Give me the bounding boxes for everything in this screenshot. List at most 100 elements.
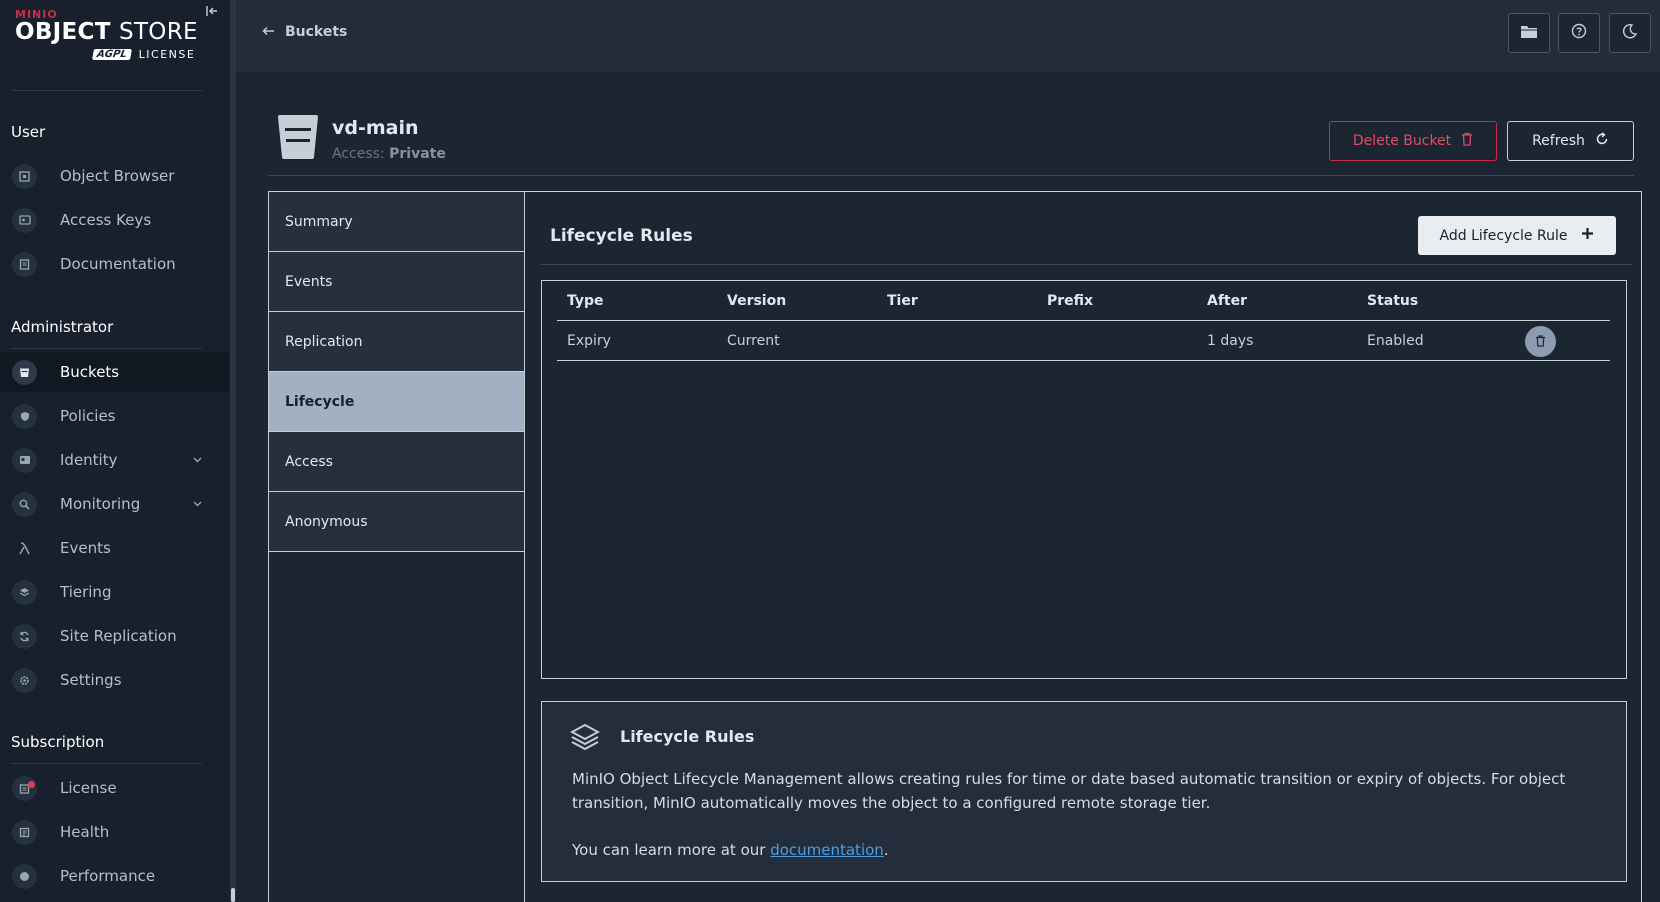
column-header-type[interactable]: Type: [567, 281, 604, 321]
logo-title-bold: OBJECT: [15, 19, 111, 45]
sidebar-item-label: Site Replication: [60, 627, 177, 645]
sidebar-scrollbar[interactable]: [230, 0, 236, 902]
access-label: Access:: [332, 146, 385, 162]
sidebar-item-tiering[interactable]: Tiering: [0, 572, 230, 612]
sidebar-item-events[interactable]: Events: [0, 528, 230, 568]
sidebar-item-identity[interactable]: Identity: [0, 440, 230, 480]
settings-icon: [12, 667, 37, 693]
top-bar: Buckets: [236, 0, 1660, 72]
policies-icon: [12, 403, 37, 429]
agpl-badge: AGPL: [92, 49, 132, 60]
sidebar-item-performance[interactable]: Performance: [0, 856, 230, 896]
refresh-icon: [1595, 132, 1609, 150]
notification-dot: [28, 780, 35, 788]
help-button[interactable]: [1558, 13, 1600, 53]
section-subscription: Subscription: [11, 733, 105, 751]
site-replication-icon: [12, 623, 37, 649]
delete-rule-button[interactable]: [1525, 326, 1556, 357]
dark-mode-icon: [1622, 23, 1638, 43]
bucket-name: vd-main: [332, 117, 419, 139]
section-administrator: Administrator: [11, 318, 114, 336]
back-link-label: Buckets: [285, 24, 348, 40]
sidebar-item-license[interactable]: License: [0, 768, 230, 808]
tab-summary[interactable]: Summary: [269, 192, 524, 252]
monitoring-icon: [12, 491, 37, 517]
sidebar-item-label: Object Browser: [60, 167, 175, 185]
trash-icon: [1461, 132, 1473, 150]
help-icon: [1571, 23, 1587, 43]
column-header-status[interactable]: Status: [1367, 281, 1418, 321]
collapse-sidebar-icon[interactable]: [205, 4, 221, 20]
chevron-down-icon[interactable]: [190, 497, 204, 511]
object-browser-icon: [12, 163, 37, 189]
sidebar-item-policies[interactable]: Policies: [0, 396, 230, 436]
bucket-access: Access: Private: [332, 146, 446, 162]
sidebar-item-object-browser[interactable]: Object Browser: [0, 156, 230, 196]
logo-title-thin: STORE: [119, 19, 198, 45]
column-header-after[interactable]: After: [1207, 281, 1247, 321]
chevron-down-icon[interactable]: [190, 453, 204, 467]
sidebar: MINIO OBJECT STORE AGPL LICENSE User Obj…: [0, 0, 230, 902]
sidebar-item-label: License: [60, 779, 117, 797]
sidebar-item-label: Health: [60, 823, 110, 841]
table-header: Type Version Tier Prefix After Status: [557, 281, 1610, 321]
sidebar-divider: [12, 348, 202, 349]
tiering-icon: [12, 579, 37, 605]
column-header-tier[interactable]: Tier: [887, 281, 918, 321]
sidebar-item-label: Buckets: [60, 363, 120, 381]
scrollbar-thumb[interactable]: [231, 888, 235, 902]
cell-version: Current: [727, 333, 780, 349]
tab-replication[interactable]: Replication: [269, 312, 524, 372]
minio-logo[interactable]: MINIO OBJECT STORE AGPL LICENSE: [15, 8, 215, 68]
bucket-icon: [277, 115, 319, 159]
refresh-button[interactable]: Refresh: [1507, 121, 1634, 161]
sidebar-item-label: Settings: [60, 671, 122, 689]
help-text: MinIO Object Lifecycle Management allows…: [572, 770, 1566, 812]
tab-access[interactable]: Access: [269, 432, 524, 492]
refresh-label: Refresh: [1532, 133, 1585, 149]
sidebar-item-site-replication[interactable]: Site Replication: [0, 616, 230, 656]
cell-type: Expiry: [567, 333, 611, 349]
delete-bucket-button[interactable]: Delete Bucket: [1329, 121, 1497, 161]
license-label: LICENSE: [138, 48, 196, 61]
delete-bucket-label: Delete Bucket: [1352, 133, 1452, 149]
sidebar-item-documentation[interactable]: Documentation: [0, 244, 230, 284]
column-header-version[interactable]: Version: [727, 281, 786, 321]
documentation-link[interactable]: documentation: [770, 841, 884, 859]
sidebar-divider: [12, 763, 202, 764]
tab-lifecycle[interactable]: Lifecycle: [269, 372, 524, 432]
section-user: User: [11, 123, 46, 141]
sidebar-item-label: Policies: [60, 407, 116, 425]
lambda-icon: [12, 536, 37, 561]
column-header-prefix[interactable]: Prefix: [1047, 281, 1093, 321]
lifecycle-rules-table: Type Version Tier Prefix After Status Ex…: [541, 280, 1627, 679]
sidebar-item-label: Identity: [60, 451, 118, 469]
arrow-left-icon: [262, 24, 275, 40]
sidebar-item-settings[interactable]: Settings: [0, 660, 230, 700]
table-row[interactable]: Expiry Current 1 days Enabled: [557, 321, 1610, 361]
back-to-buckets-link[interactable]: Buckets: [262, 24, 347, 40]
sidebar-item-access-keys[interactable]: Access Keys: [0, 200, 230, 240]
dark-mode-toggle[interactable]: [1609, 13, 1651, 53]
sidebar-item-label: Performance: [60, 867, 156, 885]
sidebar-item-health[interactable]: Health: [0, 812, 230, 852]
help-more-prefix: You can learn more at our: [572, 841, 771, 859]
sidebar-item-label: Documentation: [60, 255, 176, 273]
sidebar-divider: [12, 90, 202, 91]
bucket-header: vd-main Access: Private Delete Bucket Re…: [268, 110, 1634, 176]
sidebar-item-label: Monitoring: [60, 495, 141, 513]
folder-icon: [1520, 24, 1538, 43]
add-lifecycle-rule-button[interactable]: Add Lifecycle Rule: [1418, 216, 1616, 255]
help-more: You can learn more at our documentation.: [572, 841, 889, 859]
tab-events[interactable]: Events: [269, 252, 524, 312]
lifecycle-title: Lifecycle Rules: [550, 226, 693, 246]
trash-icon: [1535, 332, 1546, 351]
sidebar-item-monitoring[interactable]: Monitoring: [0, 484, 230, 524]
access-keys-icon: [12, 207, 37, 233]
tab-anonymous[interactable]: Anonymous: [269, 492, 524, 552]
cell-status: Enabled: [1367, 333, 1424, 349]
sidebar-item-buckets[interactable]: Buckets: [0, 352, 230, 392]
help-more-suffix: .: [883, 841, 889, 859]
object-browser-button[interactable]: [1508, 13, 1550, 53]
sidebar-item-label: Access Keys: [60, 211, 152, 229]
